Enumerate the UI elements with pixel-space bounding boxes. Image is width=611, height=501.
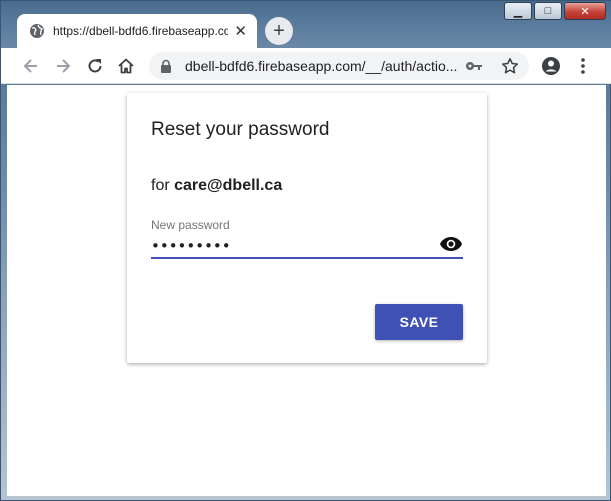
home-icon[interactable] <box>116 56 136 76</box>
browser-window: ▁ □ ✕ https://dbell-bdfd6.firebaseapp.co… <box>0 0 611 501</box>
save-button[interactable]: SAVE <box>375 304 463 340</box>
new-password-label: New password <box>151 218 230 232</box>
back-icon[interactable] <box>21 56 41 76</box>
window-controls: ▁ □ ✕ <box>504 2 606 20</box>
title-bar: ▁ □ ✕ https://dbell-bdfd6.firebaseapp.co… <box>1 1 611 48</box>
page-title: Reset your password <box>151 119 330 140</box>
account-email: care@dbell.ca <box>174 177 283 194</box>
new-tab-button[interactable]: + <box>265 17 293 45</box>
maximize-button[interactable]: □ <box>534 2 562 20</box>
account-line: for care@dbell.ca <box>151 177 282 195</box>
new-password-input[interactable] <box>151 235 463 259</box>
for-prefix: for <box>151 177 175 194</box>
reset-password-card: Reset your password for care@dbell.ca Ne… <box>127 93 487 363</box>
forward-icon[interactable] <box>53 56 73 76</box>
key-icon[interactable] <box>465 58 483 74</box>
tab-title: https://dbell-bdfd6.firebaseapp.com <box>53 24 229 38</box>
close-window-button[interactable]: ✕ <box>564 2 606 20</box>
star-icon[interactable] <box>501 57 519 75</box>
profile-icon[interactable] <box>541 56 561 76</box>
page-viewport: Reset your password for care@dbell.ca Ne… <box>7 85 606 496</box>
tab-close-icon[interactable]: ✕ <box>234 24 247 39</box>
browser-toolbar: dbell-bdfd6.firebaseapp.com/__/auth/acti… <box>1 48 611 84</box>
minimize-button[interactable]: ▁ <box>504 2 532 20</box>
lock-icon <box>161 59 171 73</box>
globe-icon <box>30 24 44 38</box>
browser-tab[interactable]: https://dbell-bdfd6.firebaseapp.com ✕ <box>17 14 257 48</box>
eye-icon[interactable] <box>439 236 463 252</box>
address-bar[interactable]: dbell-bdfd6.firebaseapp.com/__/auth/acti… <box>149 52 529 80</box>
menu-icon[interactable] <box>573 56 593 76</box>
url-text: dbell-bdfd6.firebaseapp.com/__/auth/acti… <box>185 58 458 74</box>
reload-icon[interactable] <box>85 56 105 76</box>
